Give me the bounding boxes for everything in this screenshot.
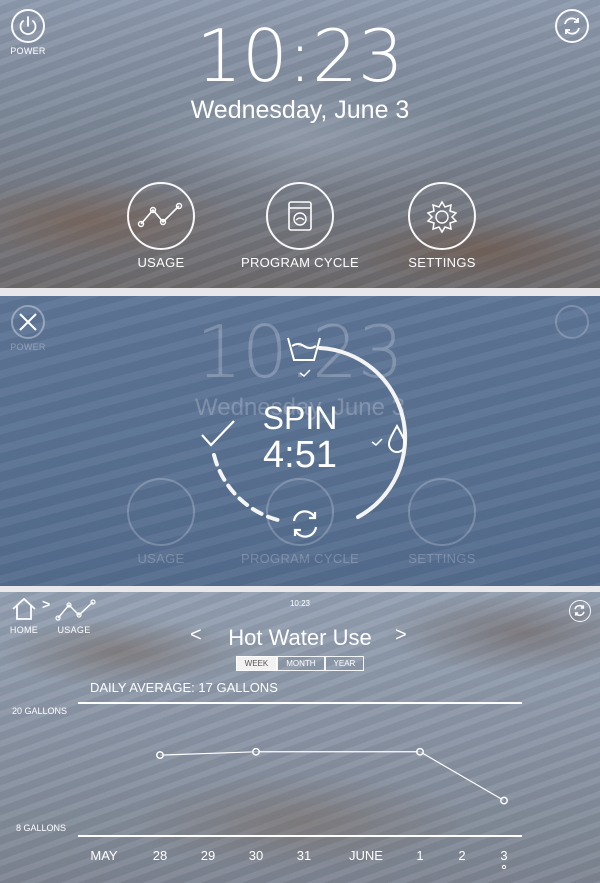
x-axis-label: JUNE	[349, 848, 383, 863]
clock-time: 10:23	[196, 14, 404, 98]
x-axis-label: 28	[153, 848, 167, 863]
clock-date: Wednesday, June 3	[190, 96, 410, 124]
usage-button[interactable]	[127, 182, 195, 250]
gear-icon	[426, 200, 458, 234]
x-axis-label: 30	[249, 848, 263, 863]
x-axis-label: 2	[458, 848, 465, 863]
program-cycle-label: PROGRAM CYCLE	[240, 255, 360, 270]
cycle-stage: SPIN	[262, 400, 338, 436]
usage-label: USAGE	[137, 255, 185, 270]
wash-basin-icon	[287, 337, 321, 361]
data-point[interactable]	[500, 796, 508, 805]
data-point[interactable]	[156, 751, 164, 760]
home-screen: POWER 10:23 Wednesday, June 3 USAGE PROG…	[0, 0, 600, 288]
cycle-screen: 10:23 Wednesday, June 3 USAGE PROGRAM CY…	[0, 296, 600, 586]
washing-machine-icon	[288, 201, 312, 231]
usage-screen: HOME > USAGE 10:23 < Hot Water Use > WEE…	[0, 592, 600, 883]
settings-label: SETTINGS	[408, 255, 476, 270]
wash-done-check-icon	[299, 369, 311, 377]
usage-line-icon	[137, 202, 183, 228]
data-point[interactable]	[416, 747, 424, 756]
x-axis-label: 1	[416, 848, 423, 863]
today-indicator	[501, 864, 507, 870]
settings-button[interactable]	[408, 182, 476, 250]
x-axis-label: MAY	[90, 848, 118, 863]
x-axis-label: 29	[201, 848, 215, 863]
x-axis-label: 31	[297, 848, 311, 863]
data-point[interactable]	[252, 747, 260, 756]
x-axis-label: 3	[500, 848, 507, 863]
program-cycle-button[interactable]	[266, 182, 334, 250]
usage-series-line	[159, 751, 505, 802]
cycle-time-remaining: 4:51	[263, 434, 337, 476]
spin-cycle-icon	[292, 510, 318, 538]
usage-line-chart: MAY 28 29 30 31 JUNE 1 2 3	[78, 702, 522, 870]
